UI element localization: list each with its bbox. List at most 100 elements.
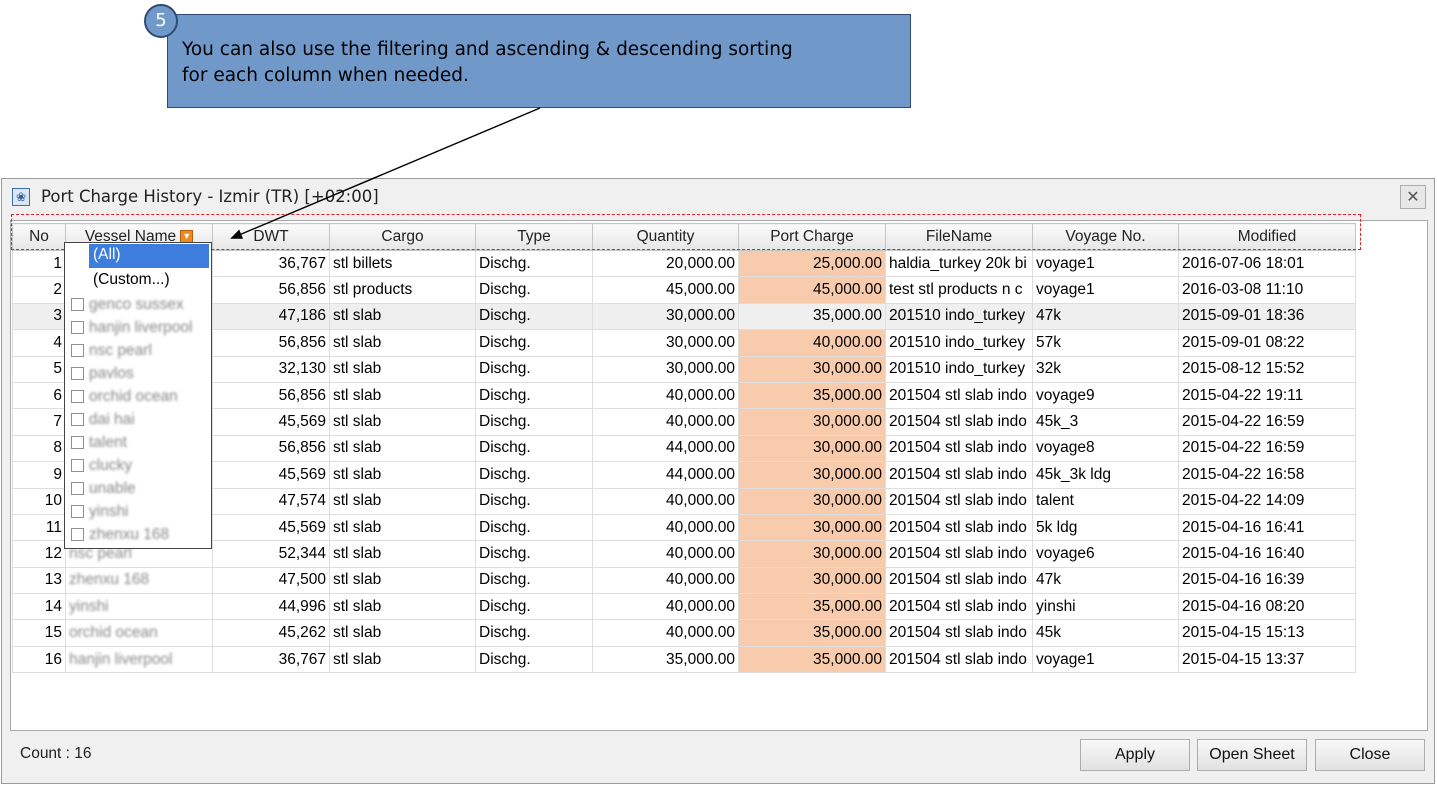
- cell-no[interactable]: 8: [12, 434, 66, 463]
- column-header-quantity[interactable]: Quantity: [592, 223, 739, 251]
- cell-dwt[interactable]: 47,186: [212, 302, 330, 331]
- cell-modified[interactable]: 2015-04-22 16:59: [1178, 434, 1356, 463]
- cell-modified[interactable]: 2015-09-01 18:36: [1178, 302, 1356, 331]
- cell-modified[interactable]: 2015-04-15 15:13: [1178, 619, 1356, 647]
- cell-file[interactable]: 201504 stl slab indo: [885, 619, 1033, 647]
- cell-cargo[interactable]: stl slab: [329, 487, 476, 515]
- cell-voyage[interactable]: voyage1: [1032, 645, 1179, 674]
- cell-qty[interactable]: 40,000.00: [592, 619, 739, 647]
- filter-option[interactable]: genco sussex: [65, 294, 211, 317]
- cell-modified[interactable]: 2015-09-01 08:22: [1178, 329, 1356, 357]
- cell-file[interactable]: 201504 stl slab indo: [885, 381, 1033, 410]
- cell-cargo[interactable]: stl slab: [329, 408, 476, 436]
- cell-file[interactable]: 201510 indo_turkey: [885, 302, 1033, 331]
- cell-dwt[interactable]: 56,856: [212, 329, 330, 357]
- cell-dwt[interactable]: 52,344: [212, 540, 330, 568]
- cell-type[interactable]: Dischg.: [475, 566, 593, 595]
- cell-cargo[interactable]: stl products: [329, 276, 476, 304]
- cell-modified[interactable]: 2015-04-16 16:39: [1178, 566, 1356, 595]
- cell-no[interactable]: 13: [12, 566, 66, 595]
- cell-no[interactable]: 11: [12, 513, 66, 542]
- cell-qty[interactable]: 30,000.00: [592, 355, 739, 383]
- cell-vessel[interactable]: zhenxu 168: [65, 566, 213, 595]
- cell-file[interactable]: 201504 stl slab indo: [885, 593, 1033, 621]
- cell-voyage[interactable]: voyage8: [1032, 434, 1179, 463]
- cell-type[interactable]: Dischg.: [475, 408, 593, 436]
- cell-qty[interactable]: 40,000.00: [592, 566, 739, 595]
- cell-no[interactable]: 7: [12, 408, 66, 436]
- cell-vessel[interactable]: yinshi: [65, 593, 213, 621]
- cell-type[interactable]: Dischg.: [475, 302, 593, 331]
- cell-cargo[interactable]: stl billets: [329, 249, 476, 278]
- close-button[interactable]: Close: [1315, 739, 1425, 771]
- filter-checkbox[interactable]: [71, 528, 84, 541]
- cell-pc[interactable]: 30,000.00: [738, 566, 886, 595]
- cell-qty[interactable]: 30,000.00: [592, 302, 739, 331]
- cell-file[interactable]: 201510 indo_turkey: [885, 329, 1033, 357]
- cell-voyage[interactable]: 45k: [1032, 619, 1179, 647]
- filter-option[interactable]: nsc pearl: [65, 340, 211, 363]
- cell-dwt[interactable]: 47,574: [212, 487, 330, 515]
- cell-pc[interactable]: 30,000.00: [738, 461, 886, 489]
- table-row[interactable]: 15 orchid ocean 45,262 stl slab Dischg. 40,00…: [12, 619, 1356, 647]
- cell-file[interactable]: 201504 stl slab indo: [885, 408, 1033, 436]
- cell-cargo[interactable]: stl slab: [329, 593, 476, 621]
- column-header-type[interactable]: Type: [475, 223, 593, 251]
- cell-voyage[interactable]: 47k: [1032, 302, 1179, 331]
- cell-voyage[interactable]: voyage1: [1032, 249, 1179, 278]
- cell-modified[interactable]: 2015-08-12 15:52: [1178, 355, 1356, 383]
- cell-type[interactable]: Dischg.: [475, 593, 593, 621]
- filter-checkbox[interactable]: [71, 413, 84, 426]
- cell-pc[interactable]: 30,000.00: [738, 540, 886, 568]
- cell-cargo[interactable]: stl slab: [329, 355, 476, 383]
- cell-pc[interactable]: 30,000.00: [738, 513, 886, 542]
- cell-no[interactable]: 4: [12, 329, 66, 357]
- cell-file[interactable]: 201504 stl slab indo: [885, 645, 1033, 674]
- cell-type[interactable]: Dischg.: [475, 487, 593, 515]
- filter-option-custom[interactable]: (Custom...): [89, 269, 239, 292]
- cell-dwt[interactable]: 32,130: [212, 355, 330, 383]
- cell-type[interactable]: Dischg.: [475, 461, 593, 489]
- filter-option[interactable]: dai hai: [65, 409, 211, 432]
- table-row[interactable]: 7 45,569 stl slab Dischg. 40,000.00 30,000.00…: [12, 408, 1356, 436]
- cell-voyage[interactable]: voyage1: [1032, 276, 1179, 304]
- cell-pc[interactable]: 30,000.00: [738, 434, 886, 463]
- cell-modified[interactable]: 2015-04-16 16:41: [1178, 513, 1356, 542]
- filter-checkbox[interactable]: [71, 390, 84, 403]
- cell-modified[interactable]: 2015-04-22 14:09: [1178, 487, 1356, 515]
- cell-pc[interactable]: 40,000.00: [738, 329, 886, 357]
- cell-pc[interactable]: 35,000.00: [738, 645, 886, 674]
- filter-checkbox[interactable]: [71, 459, 84, 472]
- cell-cargo[interactable]: stl slab: [329, 619, 476, 647]
- cell-modified[interactable]: 2015-04-22 19:11: [1178, 381, 1356, 410]
- cell-pc[interactable]: 35,000.00: [738, 302, 886, 331]
- cell-file[interactable]: 201504 stl slab indo: [885, 434, 1033, 463]
- table-row[interactable]: 9 45,569 stl slab Dischg. 44,000.00 30,000.00…: [12, 461, 1356, 489]
- cell-vessel[interactable]: orchid ocean: [65, 619, 213, 647]
- cell-voyage[interactable]: voyage6: [1032, 540, 1179, 568]
- cell-cargo[interactable]: stl slab: [329, 381, 476, 410]
- cell-dwt[interactable]: 45,569: [212, 461, 330, 489]
- cell-type[interactable]: Dischg.: [475, 329, 593, 357]
- filter-option[interactable]: clucky: [65, 455, 211, 478]
- filter-checkbox[interactable]: [71, 321, 84, 334]
- cell-voyage[interactable]: 45k_3k ldg: [1032, 461, 1179, 489]
- cell-type[interactable]: Dischg.: [475, 645, 593, 674]
- apply-button[interactable]: Apply: [1080, 739, 1190, 771]
- filter-option[interactable]: talent: [65, 432, 211, 455]
- cell-voyage[interactable]: yinshi: [1032, 593, 1179, 621]
- cell-modified[interactable]: 2015-04-22 16:59: [1178, 408, 1356, 436]
- cell-cargo[interactable]: stl slab: [329, 461, 476, 489]
- cell-pc[interactable]: 30,000.00: [738, 408, 886, 436]
- cell-qty[interactable]: 45,000.00: [592, 276, 739, 304]
- cell-voyage[interactable]: 32k: [1032, 355, 1179, 383]
- cell-qty[interactable]: 40,000.00: [592, 540, 739, 568]
- cell-cargo[interactable]: stl slab: [329, 513, 476, 542]
- table-row[interactable]: 12 nsc pearl 52,344 stl slab Dischg. 40,000.0…: [12, 540, 1356, 568]
- cell-dwt[interactable]: 45,262: [212, 619, 330, 647]
- cell-file[interactable]: 201504 stl slab indo: [885, 487, 1033, 515]
- cell-no[interactable]: 14: [12, 593, 66, 621]
- cell-qty[interactable]: 30,000.00: [592, 329, 739, 357]
- cell-qty[interactable]: 40,000.00: [592, 487, 739, 515]
- cell-pc[interactable]: 35,000.00: [738, 593, 886, 621]
